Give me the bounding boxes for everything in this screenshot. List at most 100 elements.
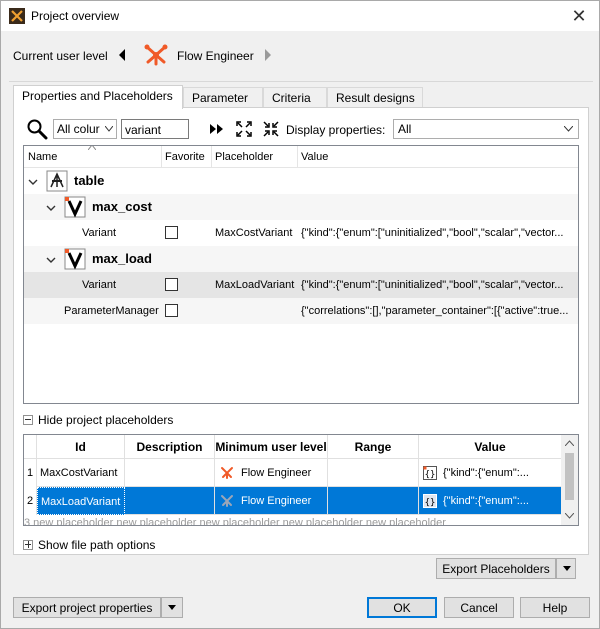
display-properties-select[interactable]: All [393,119,579,139]
project-overview-dialog: Project overview ✕ Current user level Fl… [0,0,600,629]
column-filter-value: All colur [57,122,100,136]
export-project-properties-button[interactable]: Export project properties [13,597,161,618]
properties-tree: Name Favorite Placeholder Value table ma… [23,145,579,404]
next-level-arrow-icon[interactable] [263,48,273,62]
chevron-down-icon [563,566,571,571]
scroll-up-icon[interactable] [565,440,574,446]
tab-panel: All colur Display properties: [13,107,589,555]
table-icon [46,170,68,192]
favorite-checkbox[interactable] [165,226,178,239]
sort-ascending-icon [88,146,96,150]
value-cell[interactable]: {"kind":{"enum":... [419,459,562,487]
show-file-path-label[interactable]: Show file path options [38,538,155,552]
placeholder-cell: MaxCostVariant [215,227,293,239]
column-header-description[interactable]: Description [125,435,215,459]
export-placeholders-dropdown[interactable] [556,558,576,579]
hide-placeholders-label[interactable]: Hide project placeholders [38,413,173,427]
expand-all-icon[interactable] [236,121,252,137]
column-header-value[interactable]: Value [419,435,562,459]
column-separator [211,146,212,168]
tree-row-parameter-manager[interactable]: ParameterManager {"correlations":[],"par… [24,298,578,324]
tab-criteria[interactable]: Criteria [263,87,327,108]
chevron-down-icon [105,126,113,132]
tree-node-label: table [74,173,105,188]
value-cell: {"correlations":[],"parameter_container"… [301,305,569,317]
chevron-down-icon[interactable] [46,203,56,213]
flow-engineer-icon [221,467,233,479]
display-properties-label: Display properties: [286,123,386,137]
search-input[interactable] [121,119,189,139]
grid-vertical-scrollbar[interactable] [561,435,578,525]
previous-level-arrow-icon[interactable] [117,48,127,62]
column-separator [297,146,298,168]
help-button[interactable]: Help [520,597,590,618]
column-filter-select[interactable]: All colur [53,119,117,139]
close-button[interactable]: ✕ [567,4,591,28]
column-header-value[interactable]: Value [301,151,328,163]
row-number-header [24,435,37,459]
id-cell[interactable]: MaxCostVariant [37,459,125,487]
json-value-icon: {} [423,466,437,480]
column-header-placeholder[interactable]: Placeholder [215,151,273,163]
collapse-placeholders-toggle[interactable] [23,415,33,425]
column-header-min-level[interactable]: Minimum user level [215,435,328,459]
collapse-all-icon[interactable] [263,121,279,137]
tree-node-table[interactable]: table [24,168,578,194]
table-row[interactable]: 1 MaxCostVariant Flow Engineer {"kind":{… [24,459,562,487]
column-header-favorite[interactable]: Favorite [165,151,205,163]
cancel-button[interactable]: Cancel [444,597,514,618]
divider [9,81,593,82]
row-number: 2 [24,487,37,515]
json-value-icon: {} [423,494,437,508]
id-cell[interactable]: MaxLoadVariant [37,487,125,515]
current-user-level: Flow Engineer [177,49,254,63]
export-project-dropdown[interactable] [161,597,183,618]
svg-text:{}: {} [425,470,436,480]
property-name: ParameterManager [64,305,159,317]
placeholders-grid: Id Description Minimum user level Range … [23,434,579,526]
expand-file-path-toggle[interactable] [23,540,33,550]
tab-parameter[interactable]: Parameter [183,87,263,108]
flow-engineer-icon [221,495,233,507]
chevron-down-icon[interactable] [46,255,56,265]
search-icon [27,119,48,140]
export-placeholders-button[interactable]: Export Placeholders [436,558,556,579]
tree-node-max-load[interactable]: max_load [24,246,578,272]
scroll-down-icon[interactable] [565,513,574,519]
column-header-name[interactable]: Name [28,151,57,163]
title-bar: Project overview ✕ [1,1,599,31]
fast-forward-icon[interactable] [209,121,225,137]
chevron-down-icon[interactable] [28,177,38,187]
ok-button[interactable]: OK [367,597,437,618]
value-cell: {"kind":{"enum":["uninitialized","bool",… [301,227,564,239]
favorite-checkbox[interactable] [165,278,178,291]
column-header-range[interactable]: Range [328,435,419,459]
flow-engineer-icon [144,44,168,66]
value-cell: {"kind":{"enum":["uninitialized","bool",… [301,279,564,291]
tab-result-designs[interactable]: Result designs [327,87,423,108]
column-header-id[interactable]: Id [37,435,125,459]
display-properties-value: All [398,122,412,136]
chevron-down-icon [168,605,176,610]
favorite-checkbox[interactable] [165,304,178,317]
property-name: Variant [82,279,117,291]
tree-node-max-cost[interactable]: max_cost [24,194,578,220]
description-cell[interactable] [125,459,215,487]
tree-row-max-load-variant[interactable]: Variant MaxLoadVariant {"kind":{"enum":[… [24,272,578,298]
row-number: 1 [24,459,37,487]
scrollbar-thumb[interactable] [565,453,574,500]
tree-node-label: max_load [92,251,152,266]
tab-properties-and-placeholders[interactable]: Properties and Placeholders [13,85,183,109]
range-cell[interactable] [328,487,419,515]
value-cell[interactable]: {"kind":{"enum":... [419,487,562,515]
new-placeholder-row[interactable]: 3 new placeholder new placeholder new pl… [24,517,562,525]
placeholder-cell: MaxLoadVariant [215,279,295,291]
description-cell[interactable] [125,487,215,515]
table-row-selected[interactable]: 2 MaxLoadVariant Flow Engineer {"kind":{… [24,487,562,515]
app-logo-icon [9,8,25,24]
tree-node-label: max_cost [92,199,152,214]
range-cell[interactable] [328,459,419,487]
user-level-row: Current user level Flow Engineer [1,39,599,75]
variable-icon [64,248,86,270]
tree-row-max-cost-variant[interactable]: Variant MaxCostVariant {"kind":{"enum":[… [24,220,578,246]
